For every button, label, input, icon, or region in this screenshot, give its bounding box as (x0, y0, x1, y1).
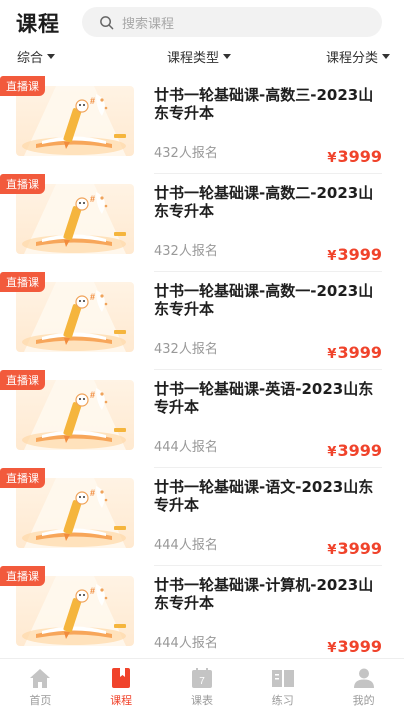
calendar-day: 7 (199, 676, 205, 687)
course-thumbnail: # (16, 576, 134, 646)
live-course-badge: 直播课 (0, 566, 45, 586)
search-icon (100, 15, 114, 29)
filter-bar: 综合 课程类型 课程分类 (0, 44, 404, 68)
course-thumbnail: # (16, 184, 134, 254)
course-price: ¥3999 (327, 441, 382, 460)
svg-text:#: # (90, 488, 95, 498)
header: 课程 搜索课程 (0, 0, 404, 44)
price-value: 3999 (337, 245, 382, 264)
course-price: ¥3999 (327, 147, 382, 166)
page-title: 课程 (16, 12, 60, 36)
enroll-count: 432人报名 (154, 342, 218, 357)
tab-home[interactable]: 首页 (0, 659, 81, 708)
tab-label: 练习 (271, 694, 294, 707)
course-card[interactable]: # 直播课 廿书一轮基础课-高数三-2023山东专升本 432人报名 ¥3999 (0, 76, 404, 174)
live-course-badge: 直播课 (0, 468, 45, 488)
price-value: 3999 (337, 147, 382, 166)
caret-down-icon (223, 54, 232, 59)
open-book-icon (271, 670, 294, 687)
filter-course-type[interactable]: 课程类型 (167, 47, 232, 66)
pencil-book-illustration: # (22, 86, 126, 156)
tab-mine[interactable]: 我的 (323, 659, 404, 708)
caret-down-icon (382, 54, 390, 59)
bottom-tab-bar: 首页 课程 7 课表 练习 我的 (0, 658, 404, 708)
tab-label: 课表 (190, 694, 213, 707)
course-title: 廿书一轮基础课-计算机-2023山东专升本 (154, 576, 374, 612)
enroll-count: 444人报名 (154, 538, 218, 553)
tab-label: 首页 (29, 694, 52, 707)
course-price: ¥3999 (327, 637, 382, 656)
course-card[interactable]: # 直播课 廿书一轮基础课-计算机-2023山东专升本 444人报名 ¥3999 (0, 566, 404, 664)
price-value: 3999 (337, 441, 382, 460)
course-title: 廿书一轮基础课-高数二-2023山东专升本 (154, 184, 374, 220)
course-title: 廿书一轮基础课-高数三-2023山东专升本 (154, 86, 374, 122)
course-thumbnail: # (16, 478, 134, 548)
pencil-book-illustration: # (22, 380, 126, 450)
live-course-badge: 直播课 (0, 370, 45, 390)
filter-comprehensive[interactable]: 综合 (17, 47, 56, 66)
currency-symbol: ¥ (327, 347, 337, 362)
currency-symbol: ¥ (327, 151, 337, 166)
price-value: 3999 (337, 343, 382, 362)
course-price: ¥3999 (327, 245, 382, 264)
tab-schedule[interactable]: 7 课表 (162, 659, 243, 708)
tab-label: 我的 (352, 694, 375, 707)
search-placeholder: 搜索课程 (122, 16, 175, 32)
tab-courses[interactable]: 课程 (81, 659, 162, 708)
filter-label: 综合 (17, 51, 44, 66)
course-thumbnail: # (16, 86, 134, 156)
pencil-book-illustration: # (22, 184, 126, 254)
enroll-count: 432人报名 (154, 244, 218, 259)
course-title: 廿书一轮基础课-英语-2023山东专升本 (154, 380, 374, 416)
currency-symbol: ¥ (327, 249, 337, 264)
user-icon (353, 668, 374, 688)
currency-symbol: ¥ (327, 641, 337, 656)
enroll-count: 444人报名 (154, 636, 218, 651)
pencil-book-illustration: # (22, 282, 126, 352)
tab-label: 课程 (110, 694, 133, 707)
currency-symbol: ¥ (327, 445, 337, 460)
course-card[interactable]: # 直播课 廿书一轮基础课-高数一-2023山东专升本 432人报名 ¥3999 (0, 272, 404, 370)
live-course-badge: 直播课 (0, 272, 45, 292)
course-thumbnail: # (16, 282, 134, 352)
svg-text:#: # (90, 390, 95, 400)
course-thumbnail: # (16, 380, 134, 450)
course-title: 廿书一轮基础课-高数一-2023山东专升本 (154, 282, 374, 318)
course-card[interactable]: # 直播课 廿书一轮基础课-英语-2023山东专升本 444人报名 ¥3999 (0, 370, 404, 468)
home-icon (30, 669, 51, 688)
caret-down-icon (47, 54, 56, 59)
pencil-book-illustration: # (22, 576, 126, 646)
course-card[interactable]: # 直播课 廿书一轮基础课-语文-2023山东专升本 444人报名 ¥3999 (0, 468, 404, 566)
svg-text:#: # (90, 586, 95, 596)
calendar-icon: 7 (191, 668, 212, 688)
svg-text:#: # (90, 292, 95, 302)
tab-practice[interactable]: 练习 (242, 659, 323, 708)
currency-symbol: ¥ (327, 543, 337, 558)
filter-label: 课程分类 (325, 51, 378, 66)
pencil-book-illustration: # (22, 478, 126, 548)
live-course-badge: 直播课 (0, 76, 45, 96)
course-title: 廿书一轮基础课-语文-2023山东专升本 (154, 478, 374, 514)
course-card[interactable]: # 直播课 廿书一轮基础课-高数二-2023山东专升本 432人报名 ¥3999 (0, 174, 404, 272)
course-list: # 直播课 廿书一轮基础课-高数三-2023山东专升本 432人报名 ¥3999… (0, 76, 404, 664)
filter-label: 课程类型 (167, 51, 220, 66)
enroll-count: 444人报名 (154, 440, 218, 455)
course-price: ¥3999 (327, 539, 382, 558)
price-value: 3999 (337, 539, 382, 558)
svg-text:#: # (90, 96, 95, 106)
enroll-count: 432人报名 (154, 146, 218, 161)
price-value: 3999 (337, 637, 382, 656)
live-course-badge: 直播课 (0, 174, 45, 194)
search-input[interactable]: 搜索课程 (82, 7, 382, 37)
filter-course-category[interactable]: 课程分类 (326, 47, 390, 66)
svg-text:#: # (90, 194, 95, 204)
bookmark-book-icon (112, 668, 131, 688)
course-price: ¥3999 (327, 343, 382, 362)
